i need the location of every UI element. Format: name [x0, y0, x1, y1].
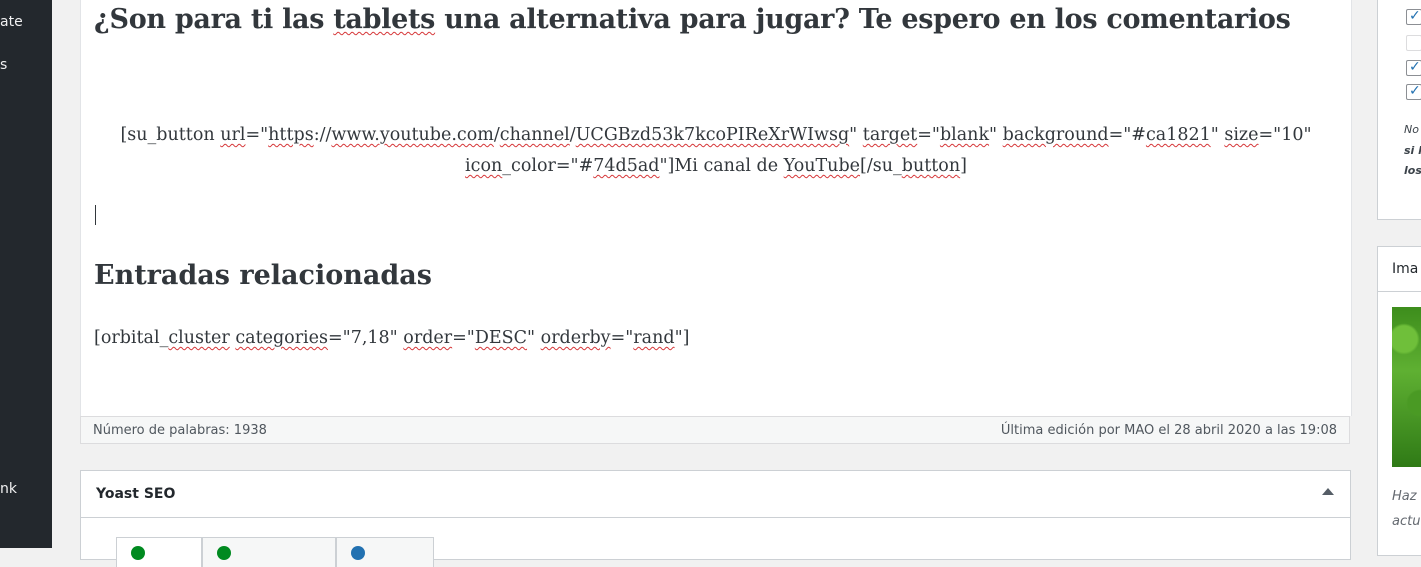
- misspelled-word[interactable]: YouTube: [784, 156, 860, 176]
- sidebar-item-plugins[interactable]: s: [0, 57, 7, 73]
- text-run: "]: [674, 328, 690, 348]
- yoast-tab-readability[interactable]: [202, 537, 336, 567]
- misspelled-word[interactable]: tablets: [333, 4, 435, 35]
- misspelled-word[interactable]: www.youtube.com: [331, 125, 493, 145]
- text-run: =": [610, 328, 634, 348]
- option-checkbox-4[interactable]: ✓: [1406, 83, 1421, 100]
- misspelled-word[interactable]: order: [403, 328, 452, 348]
- misspelled-word[interactable]: UCGBzd53k7kcoPIReXrWIwsg: [576, 125, 849, 145]
- featured-image-hint-line-1: Haz: [1392, 489, 1417, 504]
- misspelled-word[interactable]: target: [863, 125, 917, 145]
- last-edit-info: Última edición por MAO el 28 abril 2020 …: [1000, 423, 1337, 438]
- social-icon: [351, 546, 365, 560]
- featured-image-metabox: Ima Haz actu: [1377, 246, 1421, 556]
- text-run: [/su_: [860, 156, 902, 176]
- featured-image-hint-line-2: actu: [1392, 514, 1421, 529]
- collapse-arrow-icon[interactable]: [1322, 488, 1334, 495]
- text-run: ="7,18": [328, 328, 404, 348]
- misspelled-word[interactable]: button: [902, 156, 960, 176]
- misspelled-word[interactable]: ca1821: [1146, 125, 1211, 145]
- yoast-seo-title: Yoast SEO: [96, 486, 176, 502]
- post-editor[interactable]: ¿Son para ti las tablets una alternativa…: [80, 0, 1352, 416]
- misspelled-word[interactable]: icon: [465, 156, 502, 176]
- misspelled-word[interactable]: blank: [940, 125, 989, 145]
- text-run: [orbital_: [94, 328, 169, 348]
- options-metabox: ✓ ✓ ✓ No si l los: [1377, 0, 1421, 220]
- word-count: Número de palabras: 1938: [93, 423, 267, 438]
- option-checkbox-3[interactable]: ✓: [1406, 59, 1421, 76]
- misspelled-word[interactable]: https: [268, 125, 314, 145]
- heading-related-posts[interactable]: Entradas relacionadas: [94, 260, 432, 291]
- featured-image-thumbnail[interactable]: [1392, 307, 1421, 467]
- misspelled-word[interactable]: size: [1224, 125, 1258, 145]
- editor-status-bar: Número de palabras: 1938 Última edición …: [80, 416, 1350, 444]
- text-run: ": [527, 328, 541, 348]
- heading-question[interactable]: ¿Son para ti las tablets una alternativa…: [94, 4, 1291, 35]
- misspelled-word[interactable]: cluster: [168, 328, 229, 348]
- yoast-seo-header[interactable]: Yoast SEO: [81, 471, 1350, 518]
- featured-image-title[interactable]: Ima: [1392, 261, 1418, 277]
- checkmark-icon: ✓: [1409, 8, 1421, 24]
- readability-status-icon: [217, 546, 231, 560]
- text-run: ¿Son para ti las: [94, 4, 334, 35]
- option-checkbox-2[interactable]: [1406, 35, 1421, 51]
- text-run: ]: [960, 156, 967, 176]
- misspelled-word[interactable]: orderby: [541, 328, 611, 348]
- shortcode-su-button[interactable]: [su_button url="https://www.youtube.com/…: [101, 120, 1331, 182]
- misspelled-word[interactable]: categories: [235, 328, 328, 348]
- text-run: =": [917, 125, 940, 145]
- text-run: ://: [313, 125, 332, 145]
- yoast-seo-metabox: Yoast SEO: [80, 470, 1351, 567]
- text-run: ": [1210, 125, 1225, 145]
- text-cursor: [95, 205, 96, 225]
- misspelled-word[interactable]: url: [220, 125, 245, 145]
- text-run: =": [452, 328, 475, 348]
- misspelled-word[interactable]: rand: [633, 328, 674, 348]
- misspelled-word[interactable]: channel: [500, 125, 570, 145]
- text-run: "]Mi canal de: [659, 156, 784, 176]
- misspelled-word[interactable]: DESC: [475, 328, 527, 348]
- text-run: _color="#: [502, 156, 594, 176]
- option-note-line-3: los: [1404, 164, 1421, 177]
- text-run: ": [989, 125, 1003, 145]
- text-run: ="#: [1108, 125, 1146, 145]
- text-run: ="10": [1258, 125, 1312, 145]
- misspelled-word[interactable]: background: [1003, 125, 1109, 145]
- sidebar-item-update[interactable]: ate: [0, 14, 23, 30]
- yoast-tab-social[interactable]: [336, 537, 434, 567]
- shortcode-orbital-cluster[interactable]: [orbital_cluster categories="7,18" order…: [94, 328, 689, 348]
- option-note-line-2: si l: [1404, 144, 1421, 157]
- admin-sidebar: ate s nk: [0, 0, 52, 548]
- checkmark-icon: ✓: [1409, 59, 1421, 75]
- text-run: =": [245, 125, 269, 145]
- option-checkbox-1[interactable]: ✓: [1406, 8, 1421, 25]
- yoast-tab-seo[interactable]: [116, 537, 202, 567]
- seo-status-icon: [131, 546, 145, 560]
- misspelled-word[interactable]: 74d5ad: [593, 156, 659, 176]
- text-run: ": [849, 125, 863, 145]
- divider: [1378, 291, 1421, 292]
- text-run: una alternativa para jugar? Te espero en…: [435, 4, 1291, 35]
- sidebar-item-rank[interactable]: nk: [0, 481, 17, 497]
- text-run: [su_button: [120, 125, 221, 145]
- option-note-line-1: No: [1404, 123, 1419, 136]
- checkmark-icon: ✓: [1409, 83, 1421, 99]
